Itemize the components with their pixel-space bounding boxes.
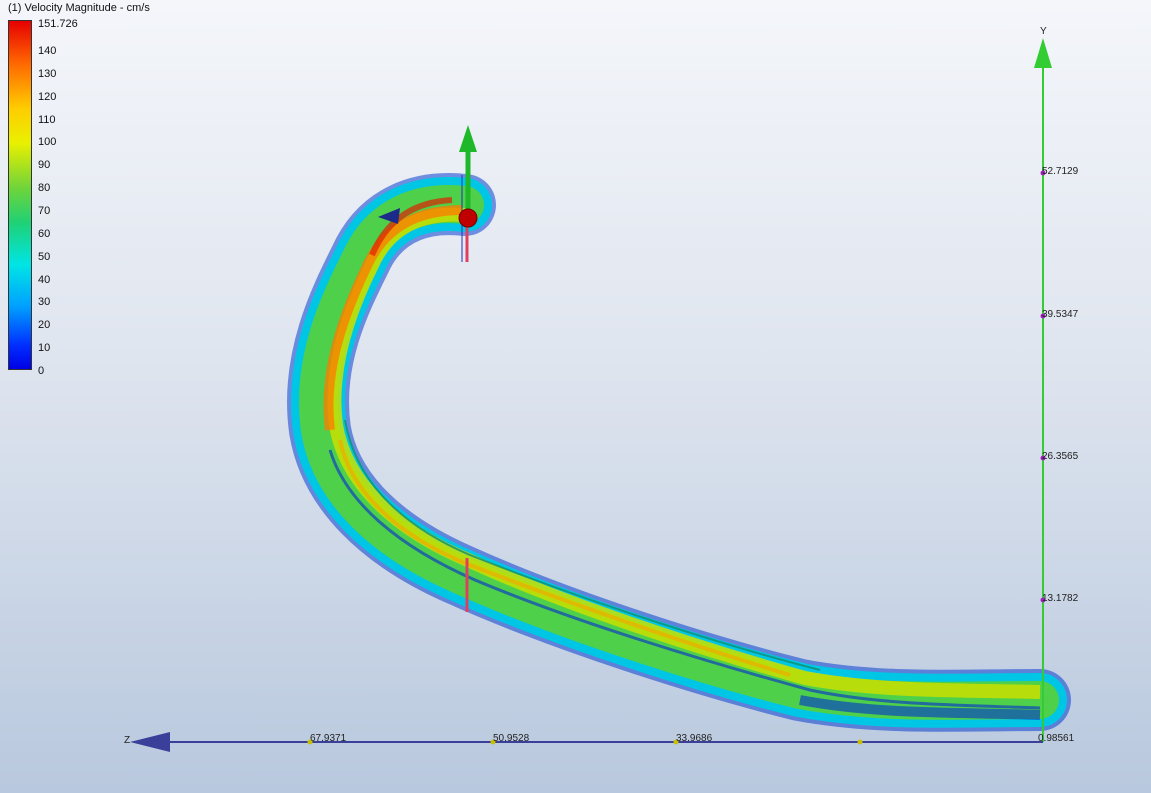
probe-point[interactable] (458, 208, 478, 228)
y-tick-label: 26.3565 (1042, 451, 1079, 462)
z-axis-name: Z (124, 735, 130, 746)
streamlines (287, 173, 1071, 732)
z-axis: Z 67.9371 50.9528 33.9686 0.98561 (124, 732, 1075, 752)
inlet-arrow-head (459, 125, 477, 152)
3d-viewport[interactable]: (1) Velocity Magnitude - cm/s 151.726 14… (0, 0, 1151, 793)
flow-scene: Y 52.7129 39.5347 26.3565 13.1782 Z 67.9371… (124, 26, 1079, 752)
y-axis-name: Y (1040, 26, 1047, 37)
z-tick-marker (857, 739, 863, 745)
y-axis: Y 52.7129 39.5347 26.3565 13.1782 (1034, 26, 1079, 742)
y-tick-label: 52.7129 (1042, 166, 1079, 177)
z-tick-label: 50.9528 (493, 733, 530, 744)
z-tick-label: 33.9686 (676, 733, 713, 744)
y-tick-label: 13.1782 (1042, 593, 1079, 604)
z-origin-label: 0.98561 (1038, 733, 1075, 744)
z-tick-label: 67.9371 (310, 733, 347, 744)
y-tick-label: 39.5347 (1042, 309, 1079, 320)
